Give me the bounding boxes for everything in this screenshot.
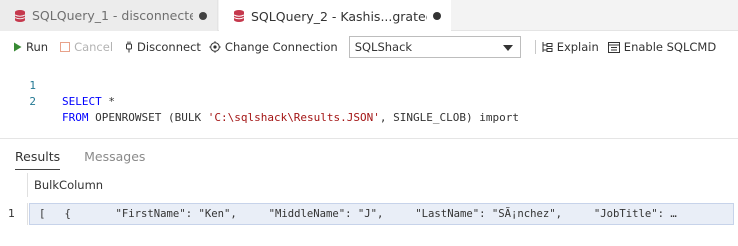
tab-sqlquery-1[interactable]: SQLQuery_1 - disconnected xyxy=(0,0,218,31)
database-select[interactable]: SQLShack xyxy=(348,36,521,58)
row-number-header xyxy=(0,173,28,197)
cancel-button[interactable]: Cancel xyxy=(60,36,113,58)
plug-icon xyxy=(125,41,133,53)
bulkcolumn-cell[interactable]: [ { "FirstName": "Ken", "MiddleName": "J… xyxy=(29,203,734,225)
column-header[interactable]: BulkColumn xyxy=(34,173,103,197)
results-grid-header: BulkColumn xyxy=(0,173,738,197)
tab-label: SQLQuery_1 - disconnected xyxy=(32,8,193,23)
tab-label: SQLQuery_2 - Kashis...grated) xyxy=(251,8,427,24)
line-number: 2 xyxy=(29,95,36,108)
disconnect-button[interactable]: Disconnect xyxy=(125,36,201,58)
results-splitter[interactable] xyxy=(0,138,738,139)
code-text: FROM OPENROWSET (BULK 'C:\sqlshack\Resul… xyxy=(62,110,519,126)
table-row[interactable]: 1 [ { "FirstName": "Ken", "MiddleName": … xyxy=(0,203,738,225)
database-icon xyxy=(232,9,246,23)
sqlcmd-icon xyxy=(607,41,620,53)
tab-sqlquery-2[interactable]: SQLQuery_2 - Kashis...grated) xyxy=(219,0,451,32)
explain-label: Explain xyxy=(556,40,599,54)
toolbar-divider xyxy=(534,40,536,54)
sql-text: , SINGLE_CLOB) import xyxy=(379,111,519,124)
row-number: 1 xyxy=(0,203,28,225)
sql-keyword: FROM xyxy=(62,111,89,124)
enable-sqlcmd-label: Enable SQLCMD xyxy=(623,40,717,54)
stop-icon xyxy=(60,42,71,52)
query-toolbar: Run Cancel Disconnect Change Connection … xyxy=(0,32,738,62)
tab-results[interactable]: Results xyxy=(15,144,61,170)
code-text: SELECT * xyxy=(62,94,115,110)
change-connection-button[interactable]: Change Connection xyxy=(209,36,338,58)
sql-keyword: SELECT xyxy=(62,95,102,108)
tab-messages[interactable]: Messages xyxy=(84,144,145,170)
database-select-value: SQLShack xyxy=(354,40,413,54)
change-connection-icon xyxy=(209,41,221,53)
code-line: 2 FROM OPENROWSET (BULK 'C:\sqlshack\Res… xyxy=(0,78,738,124)
run-label: Run xyxy=(26,40,49,54)
results-tab-bar: Results Messages xyxy=(0,144,145,172)
unsaved-dot-icon[interactable] xyxy=(199,11,207,20)
disconnect-label: Disconnect xyxy=(137,40,201,54)
sql-text: * xyxy=(101,95,115,108)
sql-string: 'C:\sqlshack\Results.JSON' xyxy=(207,111,380,124)
sql-text: OPENROWSET (BULK xyxy=(88,111,208,124)
unsaved-dot-icon[interactable] xyxy=(433,12,441,20)
play-icon xyxy=(13,42,22,52)
change-connection-label: Change Connection xyxy=(224,40,338,54)
run-button[interactable]: Run xyxy=(13,36,48,58)
query-editor[interactable]: 1 SELECT * 2 FROM OPENROWSET (BULK 'C:\s… xyxy=(0,62,738,138)
code-line: 1 SELECT * xyxy=(0,62,738,108)
editor-tab-strip: SQLQuery_1 - disconnected SQLQuery_2 - K… xyxy=(0,0,738,32)
enable-sqlcmd-button[interactable]: Enable SQLCMD xyxy=(607,36,717,58)
cancel-label: Cancel xyxy=(74,40,114,54)
explain-button[interactable]: Explain xyxy=(542,36,599,58)
database-icon xyxy=(13,9,27,23)
chevron-down-icon xyxy=(502,45,513,51)
explain-icon xyxy=(542,41,553,53)
